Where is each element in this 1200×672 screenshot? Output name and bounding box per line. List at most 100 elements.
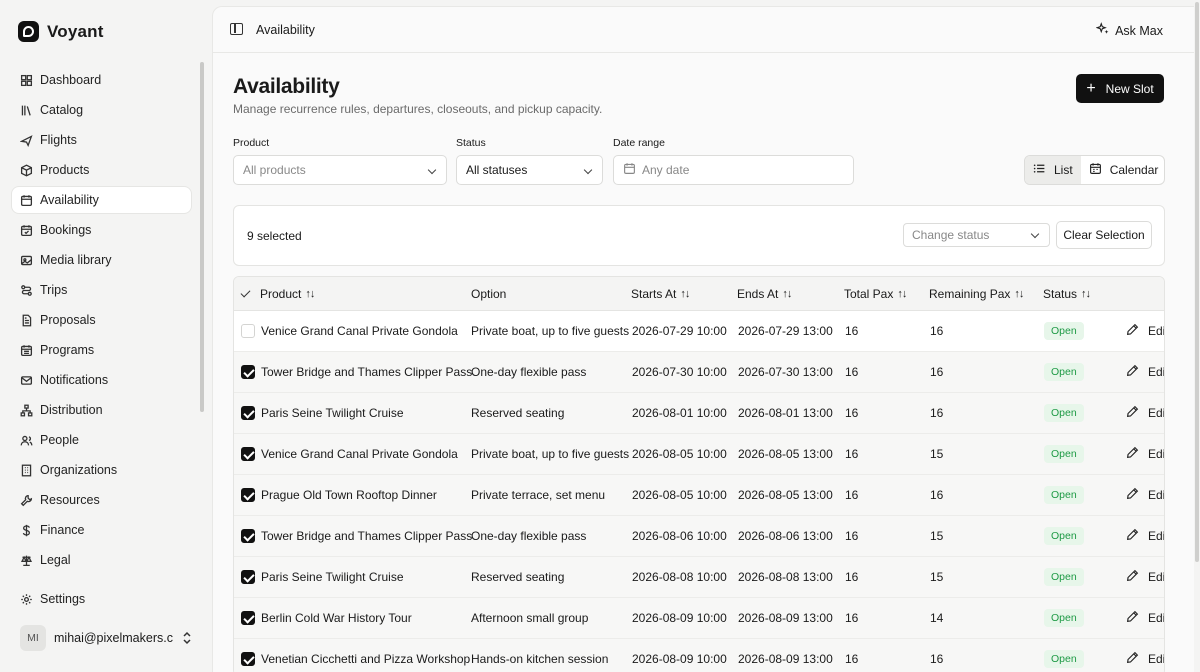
- date-range-input[interactable]: Any date: [613, 155, 854, 185]
- edit-label: Edit: [1148, 447, 1164, 461]
- sidebar-item-bookings[interactable]: Bookings: [12, 217, 191, 243]
- sidebar-item-products[interactable]: Products: [12, 157, 191, 183]
- table-row[interactable]: Venice Grand Canal Private Gondola Privat…: [234, 434, 1164, 475]
- row-checkbox[interactable]: [241, 570, 255, 584]
- list-view-button[interactable]: List: [1025, 156, 1081, 184]
- column-label: Total Pax: [844, 287, 894, 301]
- sidebar-item-flights[interactable]: Flights: [12, 127, 191, 153]
- cell-end: 2026-08-05 13:00: [738, 447, 833, 461]
- table-row[interactable]: Paris Seine Twilight Cruise Reserved seat…: [234, 557, 1164, 598]
- row-checkbox[interactable]: [241, 652, 255, 666]
- clear-selection-button[interactable]: Clear Selection: [1056, 221, 1152, 249]
- product-filter-select[interactable]: All products: [233, 155, 447, 185]
- edit-button[interactable]: Edit: [1126, 569, 1164, 585]
- sidebar-item-label: Legal: [40, 553, 71, 567]
- sidebar-item-resources[interactable]: Resources: [12, 487, 191, 513]
- column-header-remaining-pax[interactable]: Remaining Pax ↑↓: [929, 287, 1024, 301]
- sidebar-settings: Settings: [12, 586, 191, 616]
- row-checkbox[interactable]: [241, 611, 255, 625]
- selection-count: 9 selected: [247, 229, 302, 243]
- edit-button[interactable]: Edit: [1126, 364, 1164, 380]
- sidebar-item-label: Catalog: [40, 103, 84, 117]
- cell-start: 2026-08-05 10:00: [632, 447, 727, 461]
- sort-icon: ↑↓: [1014, 288, 1024, 300]
- row-checkbox[interactable]: [241, 365, 255, 379]
- edit-button[interactable]: Edit: [1126, 405, 1164, 421]
- view-toggle: List Calendar: [1024, 155, 1165, 185]
- column-header-total-pax[interactable]: Total Pax ↑↓: [844, 287, 907, 301]
- list-icon: [1033, 162, 1046, 178]
- cell-end: 2026-08-06 13:00: [738, 529, 833, 543]
- page-scrollbar[interactable]: [1194, 0, 1200, 672]
- new-slot-button[interactable]: + New Slot: [1076, 74, 1164, 103]
- cell-total: 16: [845, 570, 859, 584]
- row-checkbox[interactable]: [241, 324, 255, 338]
- table-row[interactable]: Tower Bridge and Thames Clipper Pass One-…: [234, 352, 1164, 393]
- status-filter-select[interactable]: All statuses: [456, 155, 603, 185]
- edit-button[interactable]: Edit: [1126, 487, 1164, 503]
- cell-total: 16: [845, 324, 859, 338]
- pencil-icon: [1126, 405, 1139, 421]
- edit-button[interactable]: Edit: [1126, 446, 1164, 462]
- sidebar-item-programs[interactable]: Programs: [12, 337, 191, 363]
- sidebar-item-proposals[interactable]: Proposals: [12, 307, 191, 333]
- change-status-placeholder: Change status: [912, 228, 990, 242]
- sidebar-item-finance[interactable]: Finance: [12, 517, 191, 543]
- sidebar-item-media-library[interactable]: Media library: [12, 247, 191, 273]
- sidebar-item-label: Trips: [40, 283, 68, 297]
- row-checkbox[interactable]: [241, 488, 255, 502]
- sidebar-toggle-icon[interactable]: [230, 23, 243, 35]
- app-logo[interactable]: Voyant: [18, 21, 104, 42]
- edit-label: Edit: [1148, 365, 1164, 379]
- table-row[interactable]: Venetian Cicchetti and Pizza Workshop Han…: [234, 639, 1164, 672]
- row-checkbox[interactable]: [241, 406, 255, 420]
- cell-remaining: 15: [930, 570, 944, 584]
- sidebar-item-label: Dashboard: [40, 73, 102, 87]
- calendar-view-button[interactable]: Calendar: [1081, 156, 1167, 184]
- edit-label: Edit: [1148, 529, 1164, 543]
- cell-remaining: 16: [930, 324, 944, 338]
- sidebar-item-catalog[interactable]: Catalog: [12, 97, 191, 123]
- edit-button[interactable]: Edit: [1126, 651, 1164, 667]
- building-icon: [20, 464, 33, 477]
- table-row[interactable]: Paris Seine Twilight Cruise Reserved seat…: [234, 393, 1164, 434]
- table-row[interactable]: Prague Old Town Rooftop Dinner Private te…: [234, 475, 1164, 516]
- column-label: Ends At: [737, 287, 779, 301]
- sidebar-item-dashboard[interactable]: Dashboard: [12, 67, 191, 93]
- voyant-logo-icon: [18, 21, 39, 42]
- column-header-ends-at[interactable]: Ends At ↑↓: [737, 287, 792, 301]
- edit-button[interactable]: Edit: [1126, 610, 1164, 626]
- column-header-status[interactable]: Status ↑↓: [1043, 287, 1091, 301]
- select-all-checkbox[interactable]: [240, 287, 251, 298]
- row-checkbox[interactable]: [241, 529, 255, 543]
- cell-remaining: 16: [930, 406, 944, 420]
- ask-max-button[interactable]: Ask Max: [1095, 22, 1163, 39]
- table-row[interactable]: Venice Grand Canal Private Gondola Privat…: [234, 311, 1164, 352]
- sidebar-item-people[interactable]: People: [12, 427, 191, 453]
- calendar-grid-icon: [20, 344, 33, 357]
- sidebar-item-settings[interactable]: Settings: [12, 586, 191, 612]
- edit-button[interactable]: Edit: [1126, 323, 1164, 339]
- table-row[interactable]: Berlin Cold War History Tour Afternoon sm…: [234, 598, 1164, 639]
- edit-button[interactable]: Edit: [1126, 528, 1164, 544]
- sidebar-item-trips[interactable]: Trips: [12, 277, 191, 303]
- list-view-label: List: [1054, 163, 1073, 177]
- sidebar-item-notifications[interactable]: Notifications: [12, 367, 191, 393]
- sidebar-item-availability[interactable]: Availability: [12, 187, 191, 213]
- cell-total: 16: [845, 611, 859, 625]
- cell-total: 16: [845, 529, 859, 543]
- sidebar-item-legal[interactable]: Legal: [12, 547, 191, 573]
- sidebar-item-organizations[interactable]: Organizations: [12, 457, 191, 483]
- table-row[interactable]: Tower Bridge and Thames Clipper Pass One-…: [234, 516, 1164, 557]
- cell-option: Private terrace, set menu: [471, 488, 606, 502]
- column-header-starts-at[interactable]: Starts At ↑↓: [631, 287, 690, 301]
- sidebar-item-distribution[interactable]: Distribution: [12, 397, 191, 423]
- pencil-icon: [1126, 651, 1139, 667]
- column-header-product[interactable]: Product ↑↓: [260, 287, 315, 301]
- cell-remaining: 15: [930, 529, 944, 543]
- sidebar-scrollbar[interactable]: [200, 62, 204, 412]
- change-status-select[interactable]: Change status: [903, 223, 1050, 247]
- table-header: Product ↑↓ Option Starts At ↑↓ Ends At ↑↓ T…: [234, 277, 1164, 311]
- row-checkbox[interactable]: [241, 447, 255, 461]
- user-menu[interactable]: MI mihai@pixelmakers.c...: [20, 625, 192, 651]
